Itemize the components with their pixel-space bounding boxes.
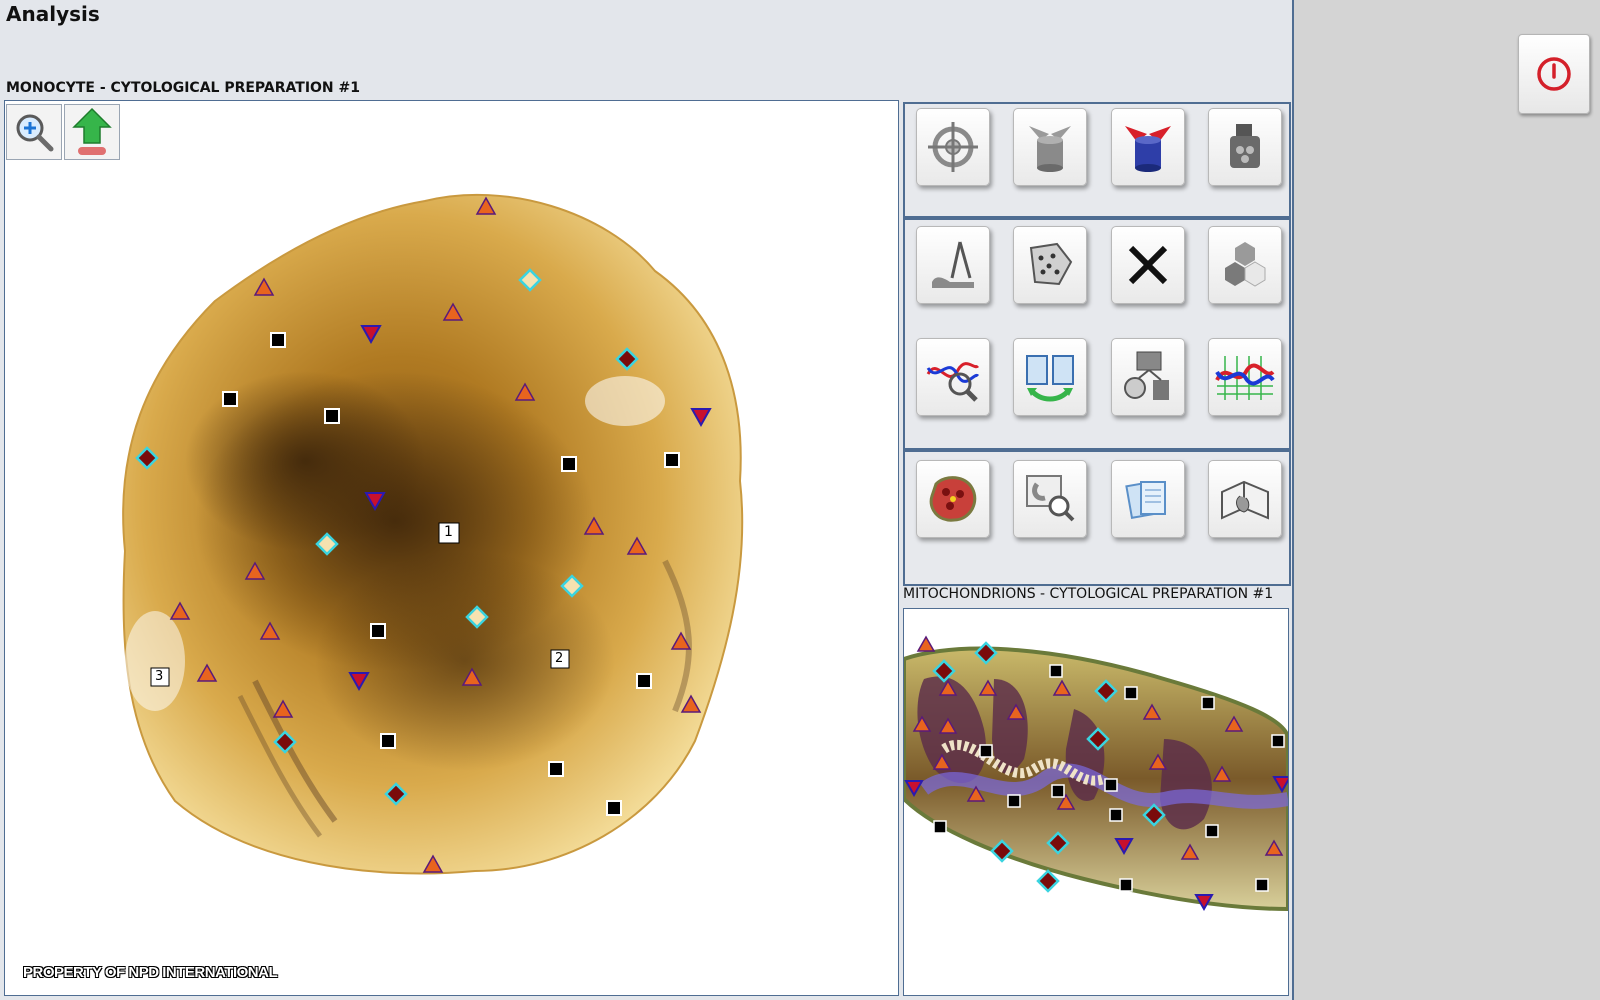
- tools-group-2: [903, 218, 1291, 450]
- zone-label-3: 3: [155, 669, 164, 684]
- compass-measure-icon: [932, 241, 974, 288]
- red-split-cylinder-button[interactable]: [1111, 108, 1185, 186]
- red-split-cylinder-icon: [1125, 126, 1171, 172]
- delete-button[interactable]: [1111, 226, 1185, 304]
- target-button[interactable]: [916, 108, 990, 186]
- clipboard-swap-icon: [1026, 355, 1074, 402]
- wave-magnify-button[interactable]: [916, 338, 990, 416]
- anatomy-book-button[interactable]: [1208, 460, 1282, 538]
- grinder-button[interactable]: [1208, 108, 1282, 186]
- export-button[interactable]: [64, 104, 120, 160]
- device-cycle-icon: [1124, 351, 1169, 400]
- secondary-view-title: MITOCHONDRIONS - CYTOLOGICAL PREPARATION…: [903, 586, 1274, 602]
- close-x-icon: [1128, 245, 1168, 285]
- image-search-button[interactable]: [1013, 460, 1087, 538]
- watermark: PROPERTY OF NPD INTERNATIONAL: [23, 964, 278, 981]
- hexagons-button[interactable]: [1208, 226, 1282, 304]
- power-button[interactable]: [1518, 34, 1590, 114]
- tools-group-1: [903, 102, 1291, 218]
- main-view-title: MONOCYTE - CYTOLOGICAL PREPARATION #1: [6, 80, 360, 96]
- device-cycle-button[interactable]: [1111, 338, 1185, 416]
- app-title: Analysis: [6, 2, 100, 26]
- spectrum-graph-button[interactable]: [1208, 338, 1282, 416]
- zone-label-1: 1: [444, 524, 453, 540]
- wave-magnify-icon: [926, 362, 980, 402]
- dotted-shape-button[interactable]: [1013, 226, 1087, 304]
- power-icon: [1537, 57, 1571, 91]
- side-panel: [1292, 0, 1600, 1000]
- image-toolbar: [6, 104, 122, 160]
- main-image-panel[interactable]: 1 2 3 PROPERTY OF NPD INTERNATIONAL: [4, 100, 899, 996]
- tools-group-3: [903, 450, 1291, 586]
- target-icon: [928, 122, 978, 172]
- documents-button[interactable]: [1111, 460, 1185, 538]
- zone-label-2: 2: [555, 651, 564, 666]
- zoom-button[interactable]: [6, 104, 62, 160]
- documents-icon: [1125, 481, 1166, 519]
- clipboard-swap-button[interactable]: [1013, 338, 1087, 416]
- zoom-in-icon: [16, 114, 54, 152]
- mitochondria-image[interactable]: [904, 609, 1288, 995]
- tissue-sample-button[interactable]: [916, 460, 990, 538]
- upload-icon: [72, 107, 112, 155]
- image-search-icon: [1026, 475, 1075, 522]
- anatomy-book-icon: [1221, 480, 1269, 520]
- mitochondria-image-panel[interactable]: [903, 608, 1289, 996]
- grinder-icon: [1230, 124, 1260, 168]
- tissue-sample-icon: [929, 476, 977, 522]
- spectrum-graph-icon: [1215, 356, 1275, 400]
- monocyte-image[interactable]: [5, 101, 898, 995]
- compass-measure-button[interactable]: [916, 226, 990, 304]
- dotted-shape-icon: [1029, 242, 1073, 286]
- split-cylinder-icon: [1029, 126, 1071, 172]
- split-cylinder-button[interactable]: [1013, 108, 1087, 186]
- hexagons-icon: [1225, 242, 1266, 287]
